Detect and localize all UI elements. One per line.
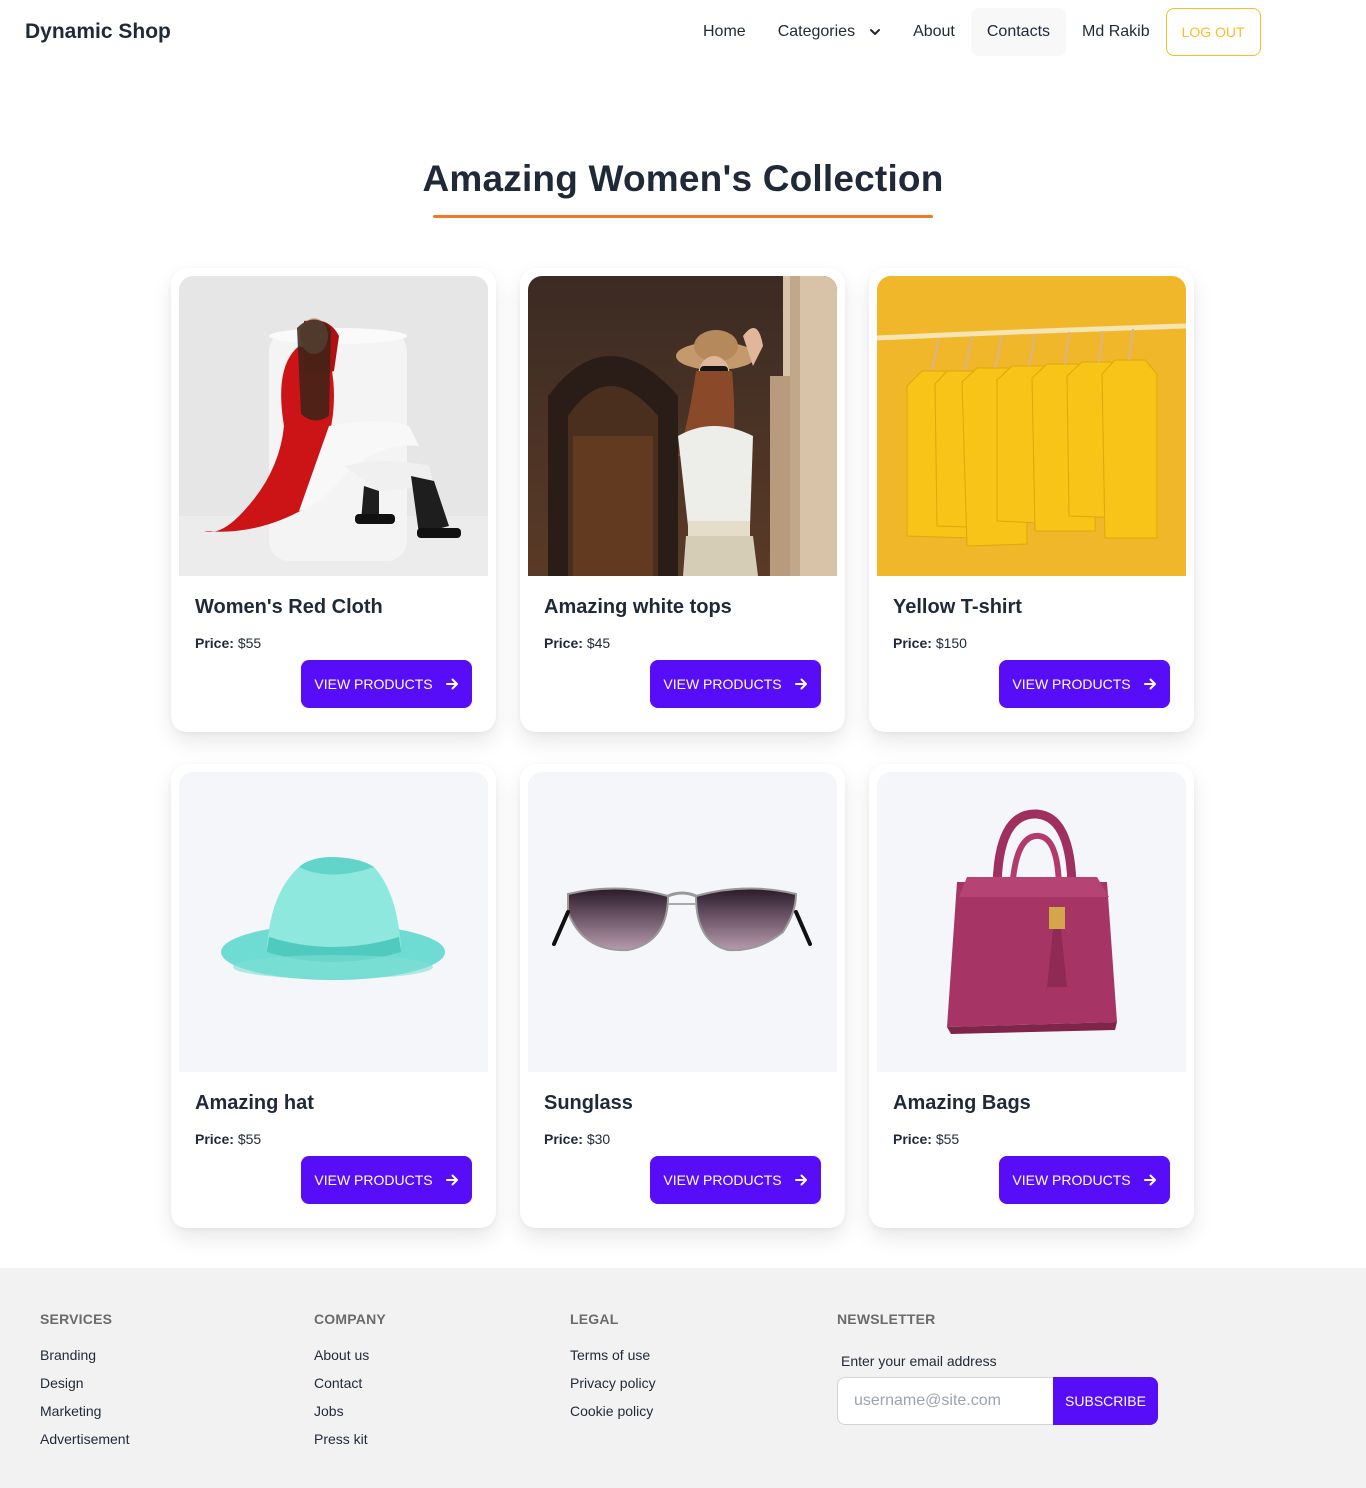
footer-link-marketing[interactable]: Marketing: [40, 1401, 129, 1429]
brand-logo[interactable]: Dynamic Shop: [25, 20, 171, 44]
product-price: Price: $150: [893, 635, 967, 651]
footer-newsletter: NEWSLETTER Enter your email address SUBS…: [837, 1311, 1158, 1425]
view-products-button[interactable]: VIEW PRODUCTS: [999, 660, 1170, 708]
product-card: Amazing hat Price: $55 VIEW PRODUCTS: [171, 764, 496, 1228]
product-price: Price: $30: [544, 1131, 610, 1147]
price-value: $55: [237, 635, 262, 651]
product-price: Price: $45: [544, 635, 610, 651]
product-card: Amazing Bags Price: $55 VIEW PRODUCTS: [869, 764, 1194, 1228]
arrow-right-icon: [445, 678, 458, 690]
arrow-right-icon: [1143, 678, 1156, 690]
product-image-white-tops: [528, 276, 837, 576]
price-label: Price:: [544, 1131, 583, 1147]
newsletter-form: SUBSCRIBE: [837, 1377, 1158, 1425]
nav-categories-dropdown[interactable]: Categories: [762, 8, 897, 56]
product-price: Price: $55: [893, 1131, 959, 1147]
section-header: Amazing Women's Collection: [0, 158, 1366, 200]
footer-link-press-kit[interactable]: Press kit: [314, 1429, 386, 1457]
arrow-right-icon: [445, 1174, 458, 1186]
footer-link-design[interactable]: Design: [40, 1373, 129, 1401]
product-image-yellow-tshirt: [877, 276, 1186, 576]
product-card: Amazing white tops Price: $45 VIEW PRODU…: [520, 268, 845, 732]
product-card: Women's Red Cloth Price: $55 VIEW PRODUC…: [171, 268, 496, 732]
footer-link-jobs[interactable]: Jobs: [314, 1401, 386, 1429]
subscribe-button[interactable]: SUBSCRIBE: [1053, 1377, 1158, 1425]
nav-links: Home Categories About Contacts Md Rakib …: [687, 8, 1261, 56]
footer-link-contact[interactable]: Contact: [314, 1373, 386, 1401]
footer-link-about-us[interactable]: About us: [314, 1345, 386, 1373]
view-products-label: VIEW PRODUCTS: [1012, 1172, 1131, 1188]
view-products-label: VIEW PRODUCTS: [663, 676, 782, 692]
footer-link-privacy[interactable]: Privacy policy: [570, 1373, 656, 1401]
footer-link-advertisement[interactable]: Advertisement: [40, 1429, 129, 1457]
nav-about-label: About: [913, 23, 955, 40]
product-name: Amazing hat: [195, 1092, 314, 1114]
chevron-down-icon: [870, 29, 881, 35]
nav-home-label: Home: [703, 23, 746, 40]
newsletter-email-input[interactable]: [837, 1377, 1053, 1425]
footer-legal: LEGAL Terms of use Privacy policy Cookie…: [570, 1311, 656, 1429]
product-image-hat: [179, 772, 488, 1072]
footer: SERVICES Branding Design Marketing Adver…: [0, 1268, 1366, 1488]
view-products-label: VIEW PRODUCTS: [1012, 676, 1131, 692]
nav-contacts[interactable]: Contacts: [970, 8, 1067, 56]
footer-company: COMPANY About us Contact Jobs Press kit: [314, 1311, 386, 1457]
product-name: Women's Red Cloth: [195, 596, 383, 618]
view-products-button[interactable]: VIEW PRODUCTS: [301, 1156, 472, 1204]
price-label: Price:: [195, 635, 234, 651]
product-image-sunglass: [528, 772, 837, 1072]
view-products-button[interactable]: VIEW PRODUCTS: [650, 660, 821, 708]
footer-legal-title: LEGAL: [570, 1311, 619, 1327]
arrow-right-icon: [794, 1174, 807, 1186]
footer-services: SERVICES Branding Design Marketing Adver…: [40, 1311, 129, 1457]
nav-categories-label: Categories: [777, 23, 856, 40]
footer-link-cookie[interactable]: Cookie policy: [570, 1401, 656, 1429]
nav-user-name[interactable]: Md Rakib: [1066, 8, 1166, 56]
view-products-label: VIEW PRODUCTS: [314, 676, 433, 692]
nav-home[interactable]: Home: [687, 8, 762, 56]
arrow-right-icon: [794, 678, 807, 690]
view-products-button[interactable]: VIEW PRODUCTS: [650, 1156, 821, 1204]
product-image-bag: [877, 772, 1186, 1072]
product-image-red-cloth: [179, 276, 488, 576]
price-value: $30: [586, 1131, 611, 1147]
arrow-right-icon: [1143, 1174, 1156, 1186]
price-value: $55: [237, 1131, 262, 1147]
view-products-button[interactable]: VIEW PRODUCTS: [301, 660, 472, 708]
product-name: Amazing Bags: [893, 1092, 1031, 1114]
nav-about[interactable]: About: [897, 8, 971, 56]
page-title: Amazing Women's Collection: [422, 158, 944, 199]
footer-newsletter-title: NEWSLETTER: [837, 1311, 936, 1327]
price-label: Price:: [195, 1131, 234, 1147]
product-card: Sunglass Price: $30 VIEW PRODUCTS: [520, 764, 845, 1228]
price-value: $150: [935, 635, 967, 651]
price-value: $45: [586, 635, 611, 651]
price-label: Price:: [893, 635, 932, 651]
product-name: Yellow T-shirt: [893, 596, 1022, 618]
newsletter-label: Enter your email address: [841, 1353, 997, 1369]
view-products-label: VIEW PRODUCTS: [663, 1172, 782, 1188]
product-name: Sunglass: [544, 1092, 633, 1114]
price-value: $55: [935, 1131, 960, 1147]
product-name: Amazing white tops: [544, 596, 732, 618]
product-price: Price: $55: [195, 1131, 261, 1147]
product-grid: Women's Red Cloth Price: $55 VIEW PRODUC…: [171, 268, 1195, 1228]
footer-services-title: SERVICES: [40, 1311, 113, 1327]
footer-link-branding[interactable]: Branding: [40, 1345, 129, 1373]
footer-company-title: COMPANY: [314, 1311, 386, 1327]
view-products-label: VIEW PRODUCTS: [314, 1172, 433, 1188]
price-label: Price:: [544, 635, 583, 651]
footer-link-terms[interactable]: Terms of use: [570, 1345, 656, 1373]
product-price: Price: $55: [195, 635, 261, 651]
navbar: Dynamic Shop Home Categories About Conta…: [0, 0, 1366, 68]
nav-contacts-label: Contacts: [986, 23, 1051, 40]
nav-user-label: Md Rakib: [1082, 23, 1150, 40]
logout-button[interactable]: LOG OUT: [1165, 8, 1261, 56]
price-label: Price:: [893, 1131, 932, 1147]
view-products-button[interactable]: VIEW PRODUCTS: [999, 1156, 1170, 1204]
title-underline: [433, 215, 933, 218]
product-card: Yellow T-shirt Price: $150 VIEW PRODUCTS: [869, 268, 1194, 732]
